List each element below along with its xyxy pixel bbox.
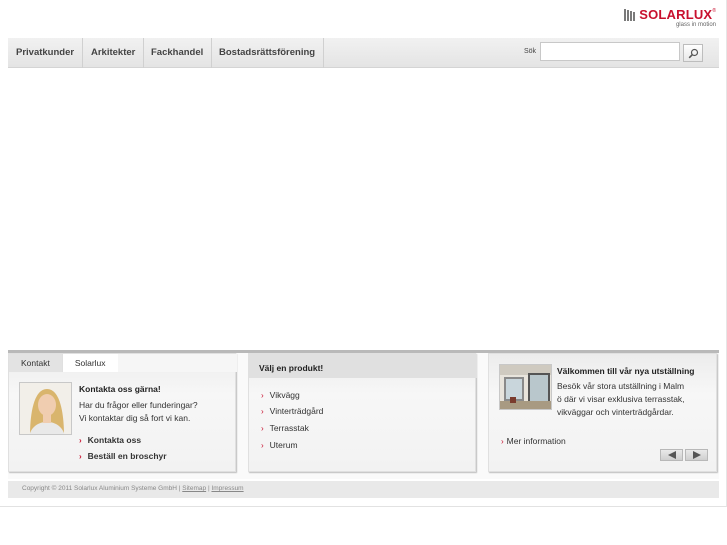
solarlux-logo[interactable]: SOLARLUX® glass in motion <box>624 8 716 28</box>
pager-prev-button[interactable] <box>660 449 683 461</box>
exhibition-text-line1: Besök vår stora utställning i Malm <box>557 381 685 391</box>
link-label: Uterum <box>269 440 298 450</box>
product-panel-header: Välj en produkt! <box>249 354 477 378</box>
chevron-right-icon: › <box>261 441 264 450</box>
magnifier-icon <box>688 48 698 58</box>
link-vikvagg[interactable]: › Vikvägg <box>261 390 300 400</box>
exhibition-text-line3: vikväggar och vinterträdgårdar. <box>557 407 674 417</box>
exhibition-pager <box>660 449 708 461</box>
search-label: Sök <box>524 48 537 55</box>
exhibition-text-line2: ö där vi visar exklusiva terrasstak, <box>557 394 685 404</box>
tab-solarlux[interactable]: Solarlux <box>61 354 118 372</box>
footer: Copyright © 2011 Solarlux Aluminium Syst… <box>8 481 719 498</box>
logo-mark-icon <box>624 8 636 21</box>
nav-item-privatkunder[interactable]: Privatkunder <box>8 38 84 68</box>
copyright-text: Copyright © 2011 Solarlux Aluminium Syst… <box>22 485 181 492</box>
exhibition-title: Välkommen till vår nya utställning <box>557 366 695 376</box>
impressum-link[interactable]: Impressum <box>211 485 243 492</box>
link-terrasstak[interactable]: › Terrasstak <box>261 423 309 433</box>
pager-next-button[interactable] <box>685 449 708 461</box>
chevron-right-icon: › <box>261 391 264 400</box>
tab-kontakt[interactable]: Kontakt <box>9 354 62 372</box>
link-vintertradgard[interactable]: › Vinterträdgård <box>261 406 323 416</box>
link-label: Kontakta oss <box>87 435 142 445</box>
link-uterum[interactable]: › Uterum <box>261 440 298 450</box>
nav-item-fackhandel[interactable]: Fackhandel <box>143 38 213 68</box>
contact-panel: Kontakt Solarlux Kontakta oss gärna! Har… <box>8 353 237 472</box>
contact-person-photo <box>19 382 72 435</box>
logo-name: SOLARLUX <box>639 7 713 22</box>
tabs-spacer <box>117 354 237 372</box>
search-button[interactable] <box>683 44 703 62</box>
chevron-right-icon: › <box>501 437 504 446</box>
arrow-right-icon <box>692 451 701 459</box>
arrow-left-icon <box>667 451 676 459</box>
contact-text-line2: Vi kontaktar dig så fort vi kan. <box>79 413 191 423</box>
link-bestall-broschyr[interactable]: › Beställ en broschyr <box>79 451 167 461</box>
logo-registered-mark: ® <box>712 8 716 14</box>
footer-separator: | <box>207 485 210 492</box>
search-input[interactable] <box>540 42 680 61</box>
main-navigation: Privatkunder Arkitekter Fackhandel Bosta… <box>8 38 719 68</box>
nav-item-arkitekter[interactable]: Arkitekter <box>83 38 145 68</box>
link-label: Vinterträdgård <box>269 406 324 416</box>
link-label: Beställ en broschyr <box>87 451 167 461</box>
page: SOLARLUX® glass in motion Privatkunder A… <box>0 0 727 507</box>
link-mer-information[interactable]: › Mer information <box>501 436 566 446</box>
chevron-right-icon: › <box>261 407 264 416</box>
teaser-area: Kontakt Solarlux Kontakta oss gärna! Har… <box>8 353 719 479</box>
link-label: Vikvägg <box>269 390 300 400</box>
sitemap-link[interactable]: Sitemap <box>182 485 206 492</box>
link-label: Terrasstak <box>269 423 309 433</box>
contact-text-line1: Har du frågor eller funderingar? <box>79 400 198 410</box>
chevron-right-icon: › <box>79 436 82 445</box>
nav-item-bostadsrattsforening[interactable]: Bostadsrättsförening <box>211 38 325 68</box>
footer-text: Copyright © 2011 Solarlux Aluminium Syst… <box>22 485 244 492</box>
exhibition-photo[interactable] <box>499 364 552 410</box>
product-panel: Välj en produkt! › Vikvägg › Vinterträdgår… <box>248 353 477 472</box>
chevron-right-icon: › <box>79 452 82 461</box>
contact-title: Kontakta oss gärna! <box>79 384 161 394</box>
contact-tabs: Kontakt Solarlux <box>9 354 237 372</box>
exhibition-panel: Välkommen till vår nya utställning Besök… <box>488 353 717 472</box>
link-label: Mer information <box>506 436 566 446</box>
logo-tagline: glass in motion <box>675 22 716 28</box>
chevron-right-icon: › <box>261 424 264 433</box>
link-kontakta-oss[interactable]: › Kontakta oss <box>79 435 141 445</box>
product-panel-title: Välj en produkt! <box>259 363 324 373</box>
